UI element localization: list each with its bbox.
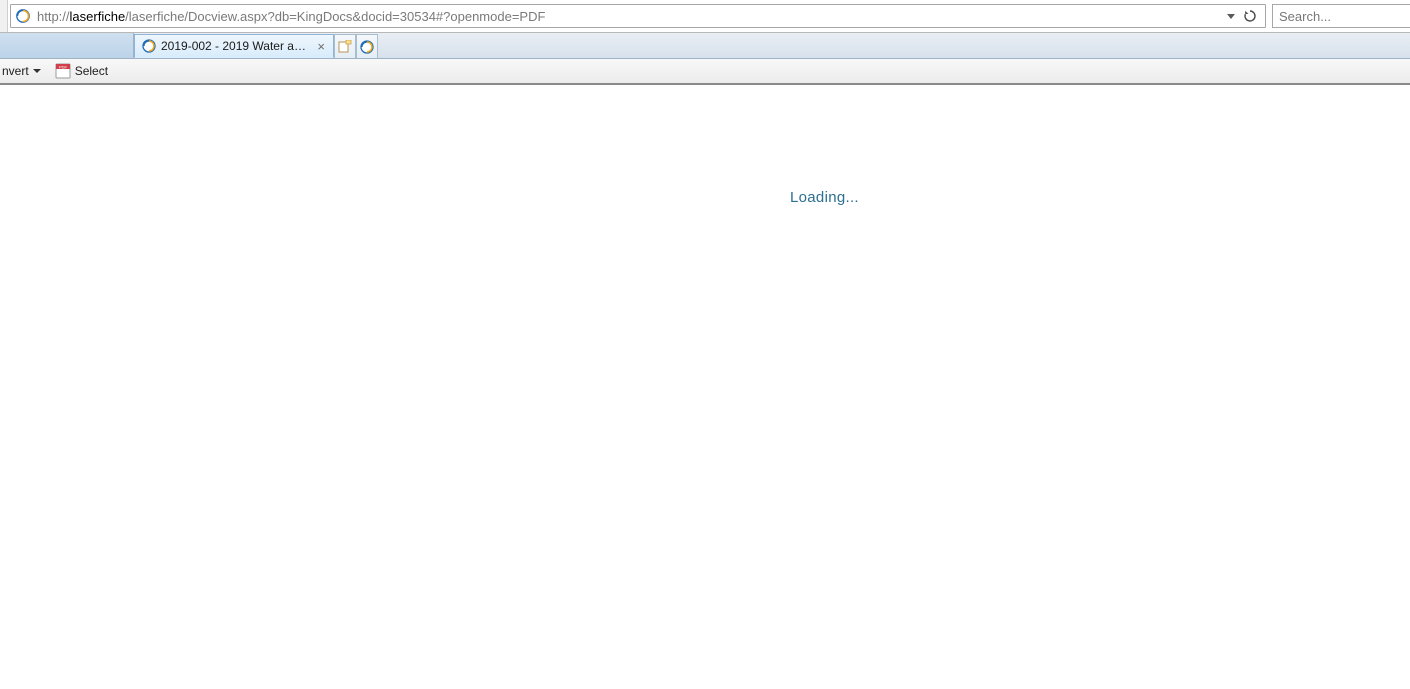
tab-title: 2019-002 - 2019 Water and ... <box>161 39 311 53</box>
ie-home-button[interactable] <box>356 34 378 58</box>
svg-text:PDF: PDF <box>59 64 68 69</box>
url-dropdown-icon[interactable] <box>1227 14 1235 19</box>
search-placeholder: Search... <box>1279 9 1331 24</box>
convert-button[interactable]: nvert <box>0 62 45 80</box>
chevron-down-icon <box>33 64 41 78</box>
nav-back-edge[interactable] <box>0 0 8 32</box>
refresh-icon[interactable] <box>1243 9 1257 23</box>
pdf-toolbar: nvert PDF Select <box>0 59 1410 85</box>
tab-active[interactable]: 2019-002 - 2019 Water and ... × <box>134 34 334 58</box>
document-viewport: Loading... <box>0 85 1410 689</box>
close-icon[interactable]: × <box>315 39 327 54</box>
convert-label: nvert <box>2 64 29 78</box>
ie-icon <box>15 8 31 24</box>
select-button[interactable]: PDF Select <box>51 61 112 81</box>
url-text: http://laserfiche/laserfiche/Docview.asp… <box>37 9 1227 24</box>
loading-text: Loading... <box>790 189 859 206</box>
tab-strip: 2019-002 - 2019 Water and ... × <box>0 33 1410 59</box>
select-label: Select <box>75 64 108 78</box>
ie-icon <box>141 38 157 54</box>
search-input[interactable]: Search... <box>1272 4 1410 28</box>
address-bar: http://laserfiche/laserfiche/Docview.asp… <box>0 0 1410 33</box>
url-field[interactable]: http://laserfiche/laserfiche/Docview.asp… <box>10 4 1266 28</box>
new-tab-button[interactable] <box>334 34 356 58</box>
pdf-icon: PDF <box>55 63 71 79</box>
tab-spacer <box>0 33 134 58</box>
